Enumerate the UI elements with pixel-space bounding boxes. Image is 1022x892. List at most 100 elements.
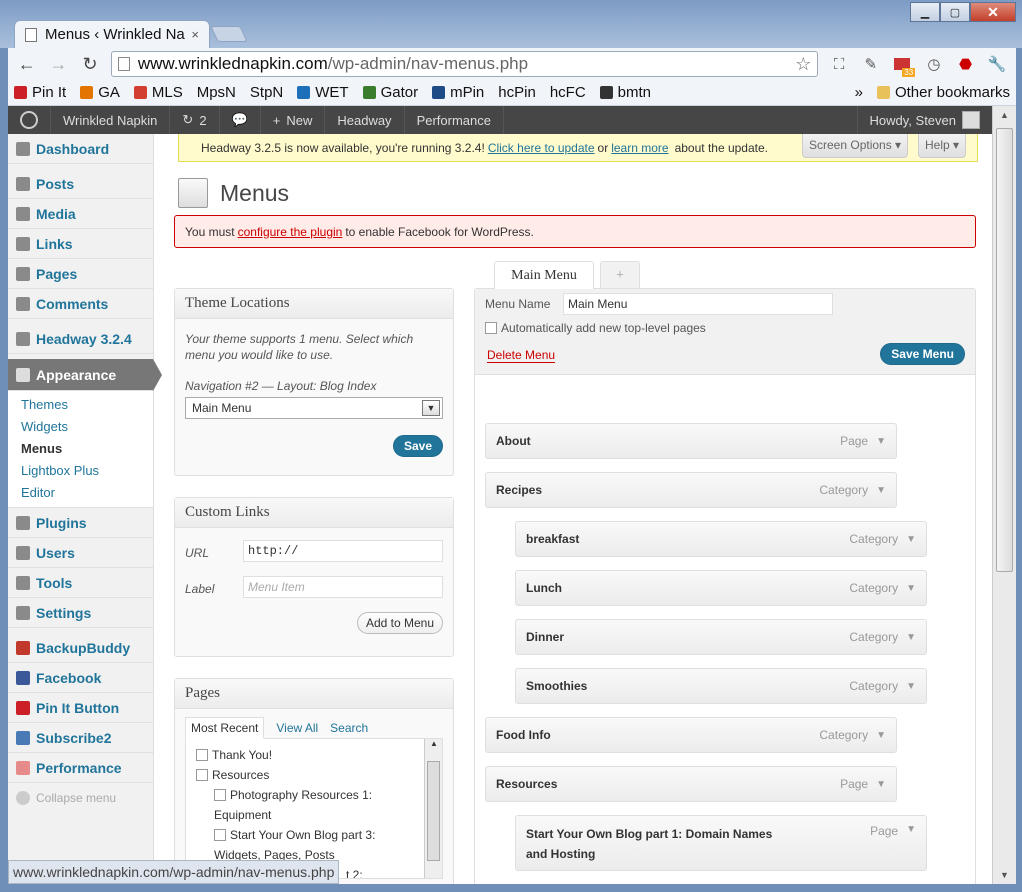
update-link[interactable]: Click here to update: [488, 141, 595, 155]
save-menu-button[interactable]: Save Menu: [880, 343, 965, 365]
clock-icon[interactable]: ◷: [923, 53, 945, 75]
account-menu[interactable]: Howdy, Steven: [856, 106, 992, 134]
sidebar-item[interactable]: Pages: [8, 259, 153, 289]
site-name-link[interactable]: Wrinkled Napkin: [51, 106, 171, 134]
chevron-down-icon[interactable]: ▼: [876, 436, 886, 447]
chevron-down-icon[interactable]: ▼: [906, 681, 916, 692]
scroll-up-icon[interactable]: ▲: [430, 739, 438, 748]
menu-item[interactable]: Start Your Own Blog part 1: Domain Names…: [515, 815, 927, 871]
sidebar-item[interactable]: Comments: [8, 289, 153, 319]
address-bar[interactable]: www.wrinklednapkin.com /wp-admin/nav-men…: [110, 51, 819, 77]
screen-capture-icon[interactable]: ⛶: [828, 53, 850, 75]
sidebar-item[interactable]: Headway 3.2.4: [8, 324, 153, 354]
sidebar-item[interactable]: Settings: [8, 598, 153, 628]
collapse-menu[interactable]: Collapse menu: [8, 783, 153, 813]
menu-item[interactable]: Resources Page ▼: [485, 766, 897, 802]
menu-item[interactable]: About Page ▼: [485, 423, 897, 459]
sidebar-item[interactable]: Links: [8, 229, 153, 259]
chevron-down-icon[interactable]: ▼: [906, 534, 916, 545]
sidebar-item[interactable]: Appearance: [8, 359, 162, 391]
menu-item[interactable]: Food Info Category ▼: [485, 717, 897, 753]
menu-item[interactable]: Recipes Category ▼: [485, 472, 897, 508]
new-content-link[interactable]: + New: [261, 106, 326, 134]
performance-link[interactable]: Performance: [405, 106, 504, 134]
headway-link[interactable]: Headway: [325, 106, 405, 134]
page-checkbox[interactable]: [214, 789, 226, 801]
sidebar-item[interactable]: Posts: [8, 169, 153, 199]
bookmark-item[interactable]: GA: [80, 84, 120, 101]
chevron-down-icon[interactable]: ▼: [906, 824, 916, 835]
more-bookmarks-icon[interactable]: »: [855, 84, 863, 101]
submenu-item[interactable]: Menus: [21, 437, 153, 459]
forward-icon[interactable]: →: [48, 54, 70, 75]
menu-item[interactable]: Lunch Category ▼: [515, 570, 927, 606]
pages-list-thumb[interactable]: [427, 761, 440, 861]
learn-more-link[interactable]: learn more: [611, 141, 668, 155]
page-checkbox[interactable]: [196, 749, 208, 761]
sidebar-item[interactable]: BackupBuddy: [8, 633, 153, 663]
chevron-down-icon[interactable]: ▼: [422, 400, 440, 416]
chevron-down-icon[interactable]: ▼: [876, 730, 886, 741]
bookmark-item[interactable]: hcPin: [498, 84, 536, 101]
reload-icon[interactable]: ↻: [79, 54, 101, 75]
bookmark-item[interactable]: WET: [297, 84, 349, 101]
scrollbar-thumb[interactable]: [996, 128, 1013, 572]
bookmark-star-icon[interactable]: ☆: [795, 54, 811, 75]
chevron-down-icon[interactable]: ▼: [876, 485, 886, 496]
help-button[interactable]: Help ▾: [918, 134, 967, 158]
page-scrollbar[interactable]: ▲ ▼: [992, 106, 1016, 884]
submenu-item[interactable]: Themes: [21, 393, 153, 415]
bookmark-item[interactable]: MLS: [133, 84, 183, 101]
bookmark-item[interactable]: MpsN: [197, 84, 236, 101]
wrench-icon[interactable]: 🔧: [986, 53, 1008, 75]
tab-view-all[interactable]: View All: [276, 718, 318, 738]
submenu-item[interactable]: Widgets: [21, 415, 153, 437]
label-input[interactable]: Menu Item: [243, 576, 443, 598]
save-locations-button[interactable]: Save: [392, 435, 443, 457]
bookmark-item[interactable]: bmtn: [599, 84, 651, 101]
sidebar-item[interactable]: Users: [8, 538, 153, 568]
tab-most-recent[interactable]: Most Recent: [185, 717, 265, 739]
tab-main-menu[interactable]: Main Menu: [494, 261, 594, 289]
page-checkbox[interactable]: [196, 769, 208, 781]
tab-close-icon[interactable]: ×: [191, 27, 199, 42]
bookmark-item[interactable]: Gator: [362, 84, 418, 101]
url-input[interactable]: http://: [243, 540, 443, 562]
chevron-down-icon[interactable]: ▼: [906, 583, 916, 594]
updates-link[interactable]: ↻ 2: [170, 106, 220, 134]
wp-logo-icon[interactable]: [8, 106, 51, 134]
close-window-button[interactable]: ✕: [970, 2, 1016, 22]
bookmark-item[interactable]: hcFC: [550, 84, 586, 101]
add-menu-tab[interactable]: +: [600, 261, 640, 289]
chevron-down-icon[interactable]: ▼: [906, 632, 916, 643]
paint-icon[interactable]: ✎: [860, 53, 882, 75]
maximize-button[interactable]: ▢: [940, 2, 970, 22]
other-bookmarks[interactable]: Other bookmarks: [876, 84, 1010, 101]
screen-options-button[interactable]: Screen Options ▾: [802, 134, 909, 158]
menu-item[interactable]: Dinner Category ▼: [515, 619, 927, 655]
menu-item[interactable]: breakfast Category ▼: [515, 521, 927, 557]
comments-icon[interactable]: 💬: [220, 106, 261, 134]
bookmark-item[interactable]: Pin It: [14, 84, 66, 101]
pages-list-scrollbar[interactable]: ▲: [424, 739, 442, 878]
configure-plugin-link[interactable]: configure the plugin: [238, 225, 343, 239]
tab-search[interactable]: Search: [330, 718, 368, 738]
extension-icon[interactable]: 33: [892, 53, 916, 77]
back-icon[interactable]: ←: [16, 54, 38, 75]
submenu-item[interactable]: Lightbox Plus: [21, 459, 153, 481]
bookmark-item[interactable]: StpN: [250, 84, 283, 101]
sidebar-item[interactable]: Dashboard: [8, 134, 153, 164]
auto-add-checkbox[interactable]: [485, 322, 497, 334]
menu-item[interactable]: Smoothies Category ▼: [515, 668, 927, 704]
new-tab-button[interactable]: [210, 26, 248, 42]
sidebar-item[interactable]: Subscribe2: [8, 723, 153, 753]
browser-tab[interactable]: Menus ‹ Wrinkled Na ×: [14, 20, 210, 48]
menu-name-input[interactable]: Main Menu: [563, 293, 833, 315]
bookmark-item[interactable]: mPin: [432, 84, 484, 101]
scroll-up-icon[interactable]: ▲: [1000, 110, 1009, 120]
submenu-item[interactable]: Editor: [21, 481, 153, 503]
chevron-down-icon[interactable]: ▼: [876, 779, 886, 790]
sidebar-item[interactable]: Tools: [8, 568, 153, 598]
sidebar-item[interactable]: Plugins: [8, 508, 153, 538]
sidebar-item[interactable]: Media: [8, 199, 153, 229]
